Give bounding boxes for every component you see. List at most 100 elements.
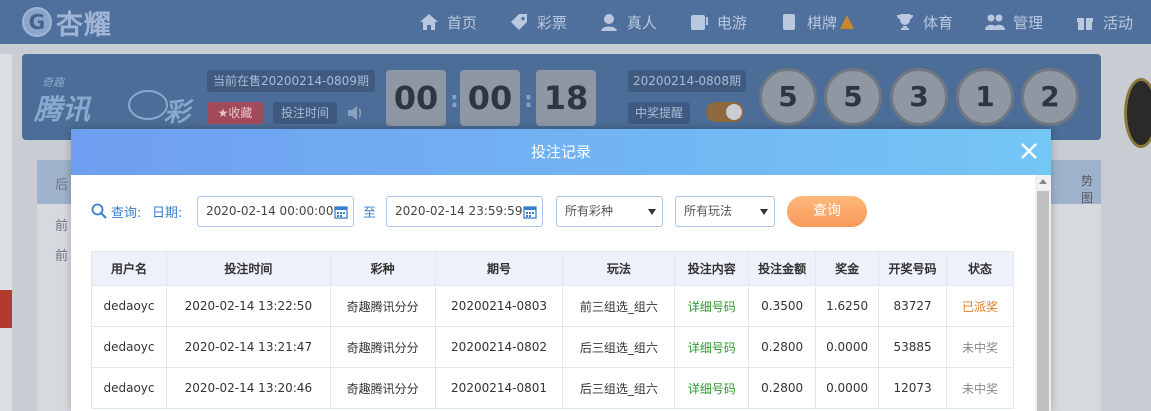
chevron-down-icon bbox=[648, 209, 656, 215]
logo-text: 杏耀 bbox=[56, 9, 112, 41]
cell-period: 20200214-0801 bbox=[434, 367, 564, 409]
scrollbar-thumb[interactable] bbox=[1037, 191, 1049, 411]
col-period: 期号 bbox=[434, 251, 564, 286]
current-period: 当前在售20200214-0809期 bbox=[207, 70, 375, 92]
table-row: dedaoyc 2020-02-14 13:21:47 奇趣腾讯分分 20200… bbox=[91, 326, 1014, 368]
vip-badge-icon bbox=[1124, 78, 1151, 148]
bet-record-table: 用户名 投注时间 彩种 期号 玩法 投注内容 投注金额 奖金 开奖号码 状态 d… bbox=[91, 251, 1014, 409]
cell-lottery: 奇趣腾讯分分 bbox=[329, 285, 436, 327]
trend-chart-link[interactable]: 势图 bbox=[1081, 172, 1101, 206]
nav-item-label: 活动 bbox=[1102, 13, 1133, 32]
nav-item-label: 管理 bbox=[1012, 13, 1043, 32]
nav-item-label: 电游 bbox=[716, 13, 747, 32]
table-row: dedaoyc 2020-02-14 13:20:46 奇趣腾讯分分 20200… bbox=[91, 367, 1014, 409]
col-play: 玩法 bbox=[562, 251, 676, 286]
nav-item-manage[interactable]: 管理 bbox=[984, 12, 1043, 33]
cell-bet-time: 2020-02-14 13:21:47 bbox=[165, 326, 331, 368]
nav-item-events[interactable]: 活动 bbox=[1075, 12, 1133, 33]
nav-item-sports[interactable]: 体育 bbox=[895, 12, 953, 33]
cell-prize: 0.0000 bbox=[815, 326, 880, 368]
lottery-logo-cai: 彩 bbox=[164, 98, 191, 128]
bet-time-button[interactable]: 投注时间 bbox=[273, 102, 337, 124]
countdown-hours: 00 bbox=[386, 70, 446, 126]
nav-item-home[interactable]: 首页 bbox=[419, 12, 477, 33]
col-content: 投注内容 bbox=[674, 251, 750, 286]
col-amount: 投注金额 bbox=[748, 251, 817, 286]
lottery-logo-main: 腾讯 bbox=[34, 93, 91, 126]
close-button[interactable] bbox=[1017, 139, 1041, 163]
modal-scrollbar[interactable] bbox=[1035, 175, 1051, 411]
cell-period: 20200214-0802 bbox=[434, 326, 564, 368]
countdown-minutes: 00 bbox=[460, 70, 520, 126]
home-icon bbox=[419, 14, 438, 30]
background-row-label: 后 bbox=[55, 178, 69, 193]
cell-username: dedaoyc bbox=[91, 326, 167, 368]
cell-prize: 0.0000 bbox=[815, 367, 880, 409]
live-dealer-icon bbox=[600, 14, 617, 31]
left-sidebar-edge bbox=[0, 54, 12, 411]
detail-numbers-link[interactable]: 详细号码 bbox=[674, 367, 750, 409]
lottery-tag-icon bbox=[510, 14, 527, 30]
hot-badge-icon bbox=[839, 15, 854, 29]
cell-lottery: 奇趣腾讯分分 bbox=[329, 367, 436, 409]
date-from-input[interactable]: 2020-02-14 00:00:00 bbox=[197, 196, 354, 227]
draw-ball: 5 bbox=[824, 68, 882, 126]
logo-mark-icon: G bbox=[22, 7, 52, 37]
query-button[interactable]: 查询 bbox=[787, 196, 867, 227]
play-type-select[interactable]: 所有玩法 bbox=[675, 196, 775, 227]
sound-icon[interactable] bbox=[346, 104, 364, 122]
lottery-type-select[interactable]: 所有彩种 bbox=[556, 196, 663, 227]
users-icon bbox=[984, 14, 1005, 30]
countdown-colon: : bbox=[450, 88, 459, 113]
site-logo[interactable]: G 杏耀 bbox=[22, 4, 112, 41]
cell-username: dedaoyc bbox=[91, 285, 167, 327]
toggle-knob bbox=[726, 104, 742, 120]
table-header-row: 用户名 投注时间 彩种 期号 玩法 投注内容 投注金额 奖金 开奖号码 状态 bbox=[91, 251, 1014, 286]
clock-icon bbox=[128, 90, 168, 120]
cell-username: dedaoyc bbox=[91, 367, 167, 409]
cell-amount: 0.2800 bbox=[748, 326, 817, 368]
win-reminder-toggle[interactable] bbox=[706, 102, 744, 122]
nav-item-slots[interactable]: 电游 bbox=[689, 12, 747, 33]
detail-numbers-link[interactable]: 详细号码 bbox=[674, 326, 750, 368]
nav-item-live[interactable]: 真人 bbox=[599, 12, 657, 33]
bet-record-modal: 投注记录 查询: 日期: 2020-02-14 00:00:00 至 2020-… bbox=[71, 129, 1051, 411]
detail-numbers-link[interactable]: 详细号码 bbox=[674, 285, 750, 327]
date-to-input[interactable]: 2020-02-14 23:59:59 bbox=[386, 196, 543, 227]
nav-item-label: 棋牌 bbox=[806, 13, 837, 32]
cell-prize: 1.6250 bbox=[815, 285, 880, 327]
sidebar-red-tab[interactable] bbox=[0, 290, 12, 328]
lottery-logo: 奇趣 腾讯 彩 bbox=[34, 68, 204, 128]
trophy-icon bbox=[896, 14, 913, 30]
cell-bet-time: 2020-02-14 13:20:46 bbox=[165, 367, 331, 409]
nav-item-label: 体育 bbox=[922, 13, 953, 32]
cell-period: 20200214-0803 bbox=[434, 285, 564, 327]
col-bet-time: 投注时间 bbox=[165, 251, 331, 286]
cell-lottery: 奇趣腾讯分分 bbox=[329, 326, 436, 368]
cell-numbers: 53885 bbox=[878, 326, 948, 368]
countdown-colon: : bbox=[524, 88, 533, 113]
cell-play: 前三组选_组六 bbox=[562, 285, 676, 327]
calendar-icon[interactable] bbox=[523, 205, 537, 219]
scroll-up-icon[interactable] bbox=[1039, 179, 1047, 184]
col-lottery: 彩种 bbox=[329, 251, 436, 286]
nav-item-cards[interactable]: 棋牌 bbox=[779, 12, 863, 33]
cell-status: 已派奖 bbox=[946, 285, 1014, 327]
top-nav: G 杏耀 首页 彩票 真人 电游 棋牌 体育 管理 活动 bbox=[0, 0, 1151, 44]
cell-numbers: 83727 bbox=[878, 285, 948, 327]
nav-item-label: 真人 bbox=[626, 13, 657, 32]
lottery-header-panel: 奇趣 腾讯 彩 当前在售20200214-0809期 ★收藏 投注时间 00 :… bbox=[22, 54, 1101, 140]
draw-ball: 1 bbox=[956, 68, 1014, 126]
modal-header: 投注记录 bbox=[71, 129, 1051, 175]
close-icon bbox=[1021, 143, 1037, 159]
draw-ball: 5 bbox=[759, 68, 817, 126]
slot-machine-icon bbox=[690, 15, 708, 30]
nav-item-lottery[interactable]: 彩票 bbox=[509, 12, 567, 33]
cell-bet-time: 2020-02-14 13:22:50 bbox=[165, 285, 331, 327]
calendar-icon[interactable] bbox=[334, 205, 348, 219]
countdown-seconds: 18 bbox=[536, 70, 596, 126]
win-reminder-button[interactable]: 中奖提醒 bbox=[628, 102, 690, 124]
date-from-value: 2020-02-14 00:00:00 bbox=[206, 204, 334, 218]
cell-status: 未中奖 bbox=[946, 367, 1014, 409]
favorite-button[interactable]: ★收藏 bbox=[207, 102, 263, 124]
